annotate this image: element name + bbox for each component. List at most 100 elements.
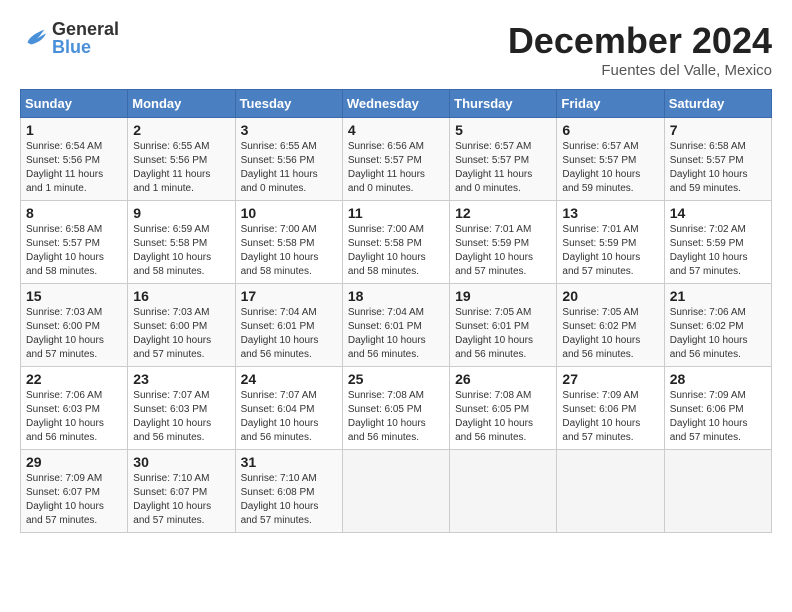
calendar-week-5: 29 Sunrise: 7:09 AMSunset: 6:07 PMDaylig… bbox=[21, 450, 772, 533]
calendar-cell bbox=[557, 450, 664, 533]
header-row: Sunday Monday Tuesday Wednesday Thursday… bbox=[21, 90, 772, 118]
day-number: 11 bbox=[348, 205, 444, 221]
day-info: Sunrise: 6:58 AMSunset: 5:57 PMDaylight … bbox=[670, 140, 766, 196]
day-info: Sunrise: 6:57 AMSunset: 5:57 PMDaylight … bbox=[455, 140, 551, 196]
calendar-cell: 26 Sunrise: 7:08 AMSunset: 6:05 PMDaylig… bbox=[450, 367, 557, 450]
day-info: Sunrise: 7:06 AMSunset: 6:03 PMDaylight … bbox=[26, 389, 122, 445]
calendar-cell: 2 Sunrise: 6:55 AMSunset: 5:56 PMDayligh… bbox=[128, 118, 235, 201]
day-info: Sunrise: 7:04 AMSunset: 6:01 PMDaylight … bbox=[241, 306, 337, 362]
day-number: 10 bbox=[241, 205, 337, 221]
calendar-cell: 8 Sunrise: 6:58 AMSunset: 5:57 PMDayligh… bbox=[21, 201, 128, 284]
calendar-cell: 4 Sunrise: 6:56 AMSunset: 5:57 PMDayligh… bbox=[342, 118, 449, 201]
day-info: Sunrise: 7:00 AMSunset: 5:58 PMDaylight … bbox=[241, 223, 337, 279]
day-info: Sunrise: 7:03 AMSunset: 6:00 PMDaylight … bbox=[26, 306, 122, 362]
day-number: 3 bbox=[241, 122, 337, 138]
calendar-cell: 31 Sunrise: 7:10 AMSunset: 6:08 PMDaylig… bbox=[235, 450, 342, 533]
calendar-week-1: 1 Sunrise: 6:54 AMSunset: 5:56 PMDayligh… bbox=[21, 118, 772, 201]
calendar-body: 1 Sunrise: 6:54 AMSunset: 5:56 PMDayligh… bbox=[21, 118, 772, 533]
day-number: 25 bbox=[348, 371, 444, 387]
calendar-cell: 23 Sunrise: 7:07 AMSunset: 6:03 PMDaylig… bbox=[128, 367, 235, 450]
header-tuesday: Tuesday bbox=[235, 90, 342, 118]
calendar-week-3: 15 Sunrise: 7:03 AMSunset: 6:00 PMDaylig… bbox=[21, 284, 772, 367]
day-number: 19 bbox=[455, 288, 551, 304]
day-info: Sunrise: 6:55 AMSunset: 5:56 PMDaylight … bbox=[241, 140, 337, 196]
calendar-cell: 7 Sunrise: 6:58 AMSunset: 5:57 PMDayligh… bbox=[664, 118, 771, 201]
day-number: 14 bbox=[670, 205, 766, 221]
day-info: Sunrise: 7:08 AMSunset: 6:05 PMDaylight … bbox=[348, 389, 444, 445]
day-info: Sunrise: 6:58 AMSunset: 5:57 PMDaylight … bbox=[26, 223, 122, 279]
day-number: 24 bbox=[241, 371, 337, 387]
calendar-cell: 22 Sunrise: 7:06 AMSunset: 6:03 PMDaylig… bbox=[21, 367, 128, 450]
calendar-cell bbox=[342, 450, 449, 533]
calendar-cell: 6 Sunrise: 6:57 AMSunset: 5:57 PMDayligh… bbox=[557, 118, 664, 201]
calendar-cell: 15 Sunrise: 7:03 AMSunset: 6:00 PMDaylig… bbox=[21, 284, 128, 367]
day-number: 6 bbox=[562, 122, 658, 138]
calendar-cell: 25 Sunrise: 7:08 AMSunset: 6:05 PMDaylig… bbox=[342, 367, 449, 450]
day-info: Sunrise: 7:09 AMSunset: 6:06 PMDaylight … bbox=[562, 389, 658, 445]
day-number: 1 bbox=[26, 122, 122, 138]
day-number: 13 bbox=[562, 205, 658, 221]
day-number: 28 bbox=[670, 371, 766, 387]
day-info: Sunrise: 7:09 AMSunset: 6:07 PMDaylight … bbox=[26, 472, 122, 528]
day-number: 30 bbox=[133, 454, 229, 470]
day-info: Sunrise: 7:04 AMSunset: 6:01 PMDaylight … bbox=[348, 306, 444, 362]
day-number: 22 bbox=[26, 371, 122, 387]
calendar-table: Sunday Monday Tuesday Wednesday Thursday… bbox=[20, 89, 772, 533]
calendar-cell: 28 Sunrise: 7:09 AMSunset: 6:06 PMDaylig… bbox=[664, 367, 771, 450]
calendar-cell: 21 Sunrise: 7:06 AMSunset: 6:02 PMDaylig… bbox=[664, 284, 771, 367]
logo-bird-icon bbox=[20, 24, 48, 52]
day-info: Sunrise: 7:01 AMSunset: 5:59 PMDaylight … bbox=[562, 223, 658, 279]
logo-text: General Blue bbox=[52, 20, 119, 56]
location: Fuentes del Valle, Mexico bbox=[508, 62, 772, 79]
title-block: December 2024 Fuentes del Valle, Mexico bbox=[508, 20, 772, 79]
calendar-cell bbox=[450, 450, 557, 533]
day-number: 26 bbox=[455, 371, 551, 387]
calendar-header: Sunday Monday Tuesday Wednesday Thursday… bbox=[21, 90, 772, 118]
day-info: Sunrise: 7:09 AMSunset: 6:06 PMDaylight … bbox=[670, 389, 766, 445]
calendar-week-4: 22 Sunrise: 7:06 AMSunset: 6:03 PMDaylig… bbox=[21, 367, 772, 450]
day-number: 8 bbox=[26, 205, 122, 221]
day-info: Sunrise: 7:07 AMSunset: 6:03 PMDaylight … bbox=[133, 389, 229, 445]
month-title: December 2024 bbox=[508, 20, 772, 62]
calendar-cell: 17 Sunrise: 7:04 AMSunset: 6:01 PMDaylig… bbox=[235, 284, 342, 367]
day-number: 18 bbox=[348, 288, 444, 304]
day-info: Sunrise: 6:54 AMSunset: 5:56 PMDaylight … bbox=[26, 140, 122, 196]
logo: General Blue bbox=[20, 20, 119, 56]
header-saturday: Saturday bbox=[664, 90, 771, 118]
day-info: Sunrise: 7:05 AMSunset: 6:02 PMDaylight … bbox=[562, 306, 658, 362]
day-number: 31 bbox=[241, 454, 337, 470]
day-info: Sunrise: 7:05 AMSunset: 6:01 PMDaylight … bbox=[455, 306, 551, 362]
calendar-week-2: 8 Sunrise: 6:58 AMSunset: 5:57 PMDayligh… bbox=[21, 201, 772, 284]
day-number: 16 bbox=[133, 288, 229, 304]
header-monday: Monday bbox=[128, 90, 235, 118]
day-info: Sunrise: 7:00 AMSunset: 5:58 PMDaylight … bbox=[348, 223, 444, 279]
calendar-cell bbox=[664, 450, 771, 533]
header-thursday: Thursday bbox=[450, 90, 557, 118]
logo-blue: Blue bbox=[52, 38, 119, 56]
calendar-cell: 1 Sunrise: 6:54 AMSunset: 5:56 PMDayligh… bbox=[21, 118, 128, 201]
day-info: Sunrise: 7:10 AMSunset: 6:08 PMDaylight … bbox=[241, 472, 337, 528]
day-info: Sunrise: 6:59 AMSunset: 5:58 PMDaylight … bbox=[133, 223, 229, 279]
day-info: Sunrise: 7:07 AMSunset: 6:04 PMDaylight … bbox=[241, 389, 337, 445]
day-number: 9 bbox=[133, 205, 229, 221]
day-info: Sunrise: 7:01 AMSunset: 5:59 PMDaylight … bbox=[455, 223, 551, 279]
calendar-cell: 11 Sunrise: 7:00 AMSunset: 5:58 PMDaylig… bbox=[342, 201, 449, 284]
day-number: 2 bbox=[133, 122, 229, 138]
calendar-cell: 9 Sunrise: 6:59 AMSunset: 5:58 PMDayligh… bbox=[128, 201, 235, 284]
day-info: Sunrise: 7:10 AMSunset: 6:07 PMDaylight … bbox=[133, 472, 229, 528]
day-info: Sunrise: 6:56 AMSunset: 5:57 PMDaylight … bbox=[348, 140, 444, 196]
logo-general: General bbox=[52, 20, 119, 38]
day-number: 4 bbox=[348, 122, 444, 138]
page-header: General Blue December 2024 Fuentes del V… bbox=[20, 20, 772, 79]
calendar-cell: 24 Sunrise: 7:07 AMSunset: 6:04 PMDaylig… bbox=[235, 367, 342, 450]
day-info: Sunrise: 7:08 AMSunset: 6:05 PMDaylight … bbox=[455, 389, 551, 445]
day-info: Sunrise: 6:57 AMSunset: 5:57 PMDaylight … bbox=[562, 140, 658, 196]
calendar-cell: 19 Sunrise: 7:05 AMSunset: 6:01 PMDaylig… bbox=[450, 284, 557, 367]
day-number: 5 bbox=[455, 122, 551, 138]
calendar-cell: 18 Sunrise: 7:04 AMSunset: 6:01 PMDaylig… bbox=[342, 284, 449, 367]
calendar-cell: 30 Sunrise: 7:10 AMSunset: 6:07 PMDaylig… bbox=[128, 450, 235, 533]
day-number: 20 bbox=[562, 288, 658, 304]
calendar-cell: 14 Sunrise: 7:02 AMSunset: 5:59 PMDaylig… bbox=[664, 201, 771, 284]
calendar-cell: 20 Sunrise: 7:05 AMSunset: 6:02 PMDaylig… bbox=[557, 284, 664, 367]
day-number: 29 bbox=[26, 454, 122, 470]
